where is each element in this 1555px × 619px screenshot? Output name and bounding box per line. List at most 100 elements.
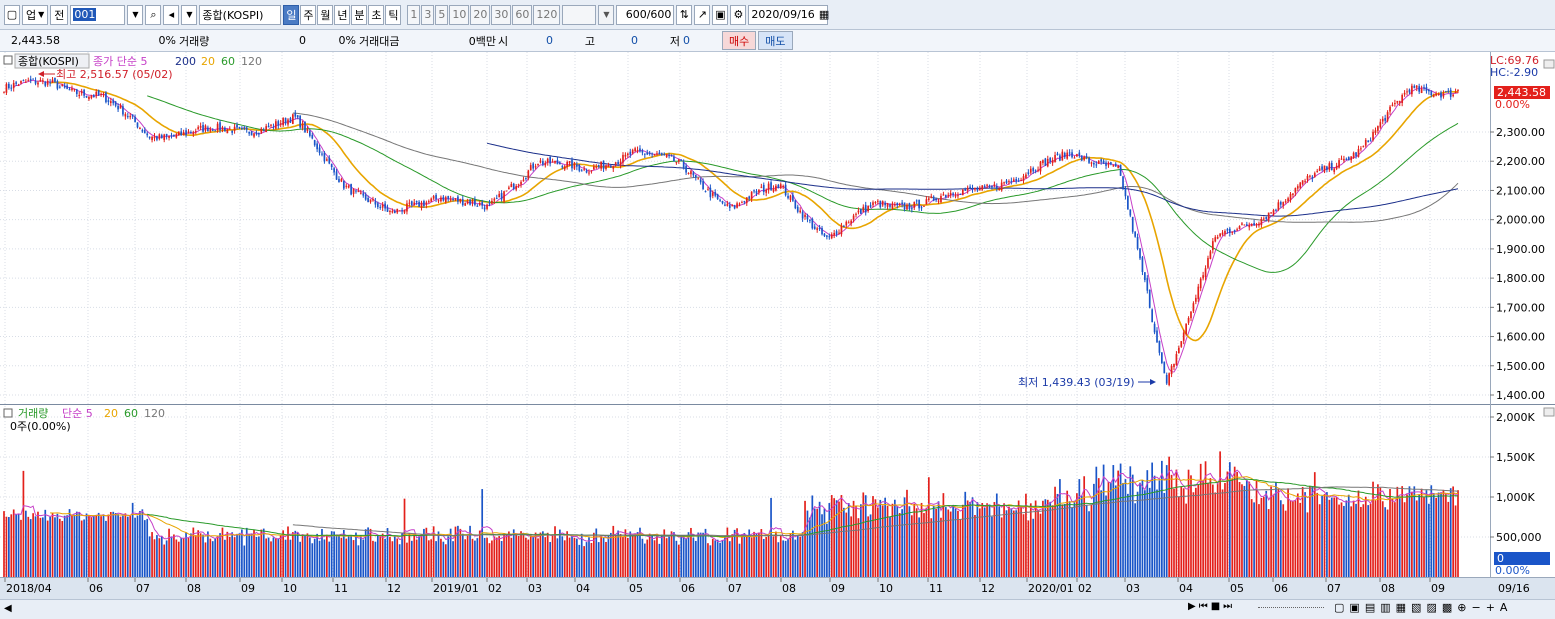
volume-bar	[697, 532, 700, 577]
candle-body	[1292, 193, 1294, 195]
volume-bar	[966, 500, 969, 577]
interval-tab-5[interactable]: 5	[435, 4, 449, 25]
layout-icon[interactable]: ▨	[1426, 601, 1436, 614]
volume-bar	[466, 535, 469, 577]
interval-tab-20[interactable]: 20	[470, 4, 491, 25]
volume-bar	[1389, 488, 1391, 577]
buy-button[interactable]: 매수	[722, 31, 757, 50]
gear-icon[interactable]: ⚙	[730, 4, 747, 25]
search-icon[interactable]: ⌕	[145, 4, 162, 25]
volume-bar	[493, 536, 496, 577]
chevron-down-icon[interactable]: ▼	[127, 4, 144, 25]
window-icon[interactable]: ▢	[4, 4, 20, 25]
candle-body	[1100, 159, 1103, 162]
date-input[interactable]: 2020/09/16 ▦	[748, 4, 829, 25]
scroll-first-icon[interactable]: ⏮	[1199, 601, 1208, 612]
volume-bar	[546, 532, 549, 577]
volume-bar	[27, 516, 30, 577]
interval-tab-60[interactable]: 60	[512, 4, 533, 25]
layout-icon[interactable]: ▤	[1365, 601, 1375, 614]
name-field[interactable]: 종합(KOSPI)	[199, 4, 282, 25]
candle-body	[304, 121, 306, 133]
volume-bar	[777, 542, 780, 577]
candle-body	[398, 210, 401, 212]
scroll-right-icon[interactable]: ▶	[1188, 601, 1196, 612]
collapse-icon[interactable]	[3, 55, 13, 65]
candle-body	[1435, 93, 1438, 96]
chart-scrollbar[interactable]: ◀ ▶ ⏮ ■ ⏭ ▢ ▣ ▤ ▥ ▦ ▧ ▨ ▩ ⊕ − + A	[0, 599, 1555, 619]
layout-icon[interactable]: ▢	[1334, 601, 1344, 614]
chevron-down-icon[interactable]: ▼	[598, 4, 615, 25]
scroll-last-icon[interactable]: ⏭	[1223, 601, 1232, 612]
volume-bar	[913, 503, 916, 577]
period-tab-0[interactable]: 일	[283, 4, 300, 25]
volume-bar	[760, 529, 763, 577]
expand-icon[interactable]: +	[1486, 601, 1495, 614]
candle-body	[1241, 223, 1243, 225]
volume-bar	[687, 532, 690, 577]
candle-body	[1352, 152, 1355, 158]
sell-button[interactable]: 매도	[758, 31, 793, 50]
period-tab-1[interactable]: 주	[300, 4, 317, 25]
candle-body	[1066, 152, 1069, 159]
count-input[interactable]: 600/600	[616, 4, 675, 25]
volume-bar	[1192, 492, 1195, 577]
candle-body	[241, 127, 243, 129]
period-tab-6[interactable]: 틱	[385, 4, 402, 25]
interval-tab-10[interactable]: 10	[449, 4, 470, 25]
period-tab-2[interactable]: 월	[317, 4, 334, 25]
layout-icon[interactable]: ▦	[1396, 601, 1406, 614]
period-tab-4[interactable]: 분	[351, 4, 368, 25]
layout-icon[interactable]: ▩	[1442, 601, 1452, 614]
zoom-slider[interactable]	[1258, 607, 1324, 611]
x-tick-label: 08	[782, 582, 796, 595]
period-tab-5[interactable]: 초	[368, 4, 385, 25]
interval-tab-1[interactable]: 1	[407, 4, 421, 25]
volume-bar	[500, 541, 503, 577]
chevron-down-icon[interactable]: ▼	[181, 4, 198, 25]
volume-bar	[292, 532, 294, 577]
prev-button[interactable]: 전	[50, 4, 69, 25]
candle-body	[794, 200, 797, 209]
speaker-icon[interactable]: ◂	[163, 4, 180, 25]
volume-bar	[126, 516, 129, 577]
code-input[interactable]: 001	[70, 4, 126, 25]
stock-chart[interactable]: 2018/04 06 07 08 09 10 11 12 2019/01 02 03 04 05 06 07…	[0, 52, 1555, 599]
text-icon[interactable]: A	[1500, 601, 1508, 614]
chart-area[interactable]: 2018/04 06 07 08 09 10 11 12 2019/01 02 03 04 05 06 07…	[0, 52, 1555, 599]
interval-tab-3[interactable]: 3	[421, 4, 435, 25]
volume-bar	[1073, 502, 1076, 577]
interval-tab-30[interactable]: 30	[491, 4, 512, 25]
interval-tab-120[interactable]: 120	[533, 4, 561, 25]
candle-body	[1413, 85, 1416, 88]
interval-custom-input[interactable]	[562, 4, 597, 25]
indicator-icon[interactable]: ⇅	[676, 4, 693, 25]
volume-bar	[566, 531, 569, 577]
candle-body	[1294, 188, 1297, 193]
candle-body	[576, 164, 578, 167]
volume-bar	[1321, 495, 1323, 577]
hc-label: HC:-2.90	[1490, 66, 1538, 79]
candle-body	[998, 188, 1001, 190]
layout-icon[interactable]: ▣	[1349, 601, 1359, 614]
volume-bar	[372, 540, 374, 577]
collapse-icon[interactable]	[3, 408, 13, 418]
stop-icon[interactable]: ■	[1211, 601, 1220, 612]
scale-toggle-icon[interactable]	[1543, 59, 1555, 69]
layout-icon[interactable]: ▧	[1411, 601, 1421, 614]
minimize-icon[interactable]: −	[1471, 601, 1480, 614]
layout-icon[interactable]: ▥	[1380, 601, 1390, 614]
period-tab-3[interactable]: 년	[334, 4, 351, 25]
chart-tool-icon[interactable]: ↗	[694, 4, 711, 25]
scroll-left-icon[interactable]: ◀	[4, 603, 12, 614]
volume-bar	[1357, 490, 1360, 577]
market-select[interactable]: 업 ▼	[22, 4, 49, 25]
volume-bar	[97, 512, 100, 577]
candle-body	[937, 200, 940, 202]
zoom-in-icon[interactable]: ⊕	[1457, 601, 1466, 614]
candle-body	[629, 151, 632, 155]
price-panel[interactable]	[0, 52, 1490, 404]
volume-bar	[1161, 460, 1163, 577]
volume-panel-close-icon[interactable]	[1543, 407, 1555, 417]
save-icon[interactable]: ▣	[712, 4, 729, 25]
